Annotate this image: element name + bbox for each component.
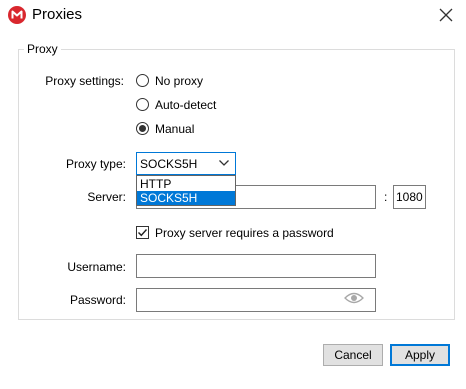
radio-label: Auto-detect bbox=[155, 98, 217, 112]
radio-button[interactable] bbox=[136, 98, 149, 111]
proxy-type-label: Proxy type: bbox=[65, 157, 126, 171]
radio-label: No proxy bbox=[155, 74, 204, 88]
password-required-label[interactable]: Proxy server requires a password bbox=[155, 225, 334, 241]
proxy-settings-label: Proxy settings: bbox=[45, 74, 124, 88]
group-legend: Proxy bbox=[24, 42, 61, 56]
password-label: Password: bbox=[69, 293, 126, 307]
radio-button-selected[interactable] bbox=[136, 122, 149, 135]
eye-icon[interactable] bbox=[344, 291, 364, 305]
radio-manual[interactable]: Manual bbox=[136, 121, 236, 137]
password-required-checkbox[interactable] bbox=[136, 226, 149, 239]
password-input[interactable] bbox=[136, 288, 376, 312]
radio-label: Manual bbox=[155, 122, 195, 136]
server-label: Server: bbox=[87, 190, 126, 204]
cancel-button[interactable]: Cancel bbox=[323, 344, 383, 366]
dropdown-option-socks5h[interactable]: SOCKS5H bbox=[137, 191, 235, 205]
proxy-type-dropdown-list: HTTP SOCKS5H bbox=[136, 175, 236, 206]
chevron-down-icon bbox=[219, 159, 229, 167]
mega-logo-icon bbox=[8, 6, 26, 24]
port-value: 1080 bbox=[396, 190, 423, 204]
radio-auto-detect[interactable]: Auto-detect bbox=[136, 97, 246, 113]
apply-button[interactable]: Apply bbox=[390, 344, 450, 366]
proxy-type-select[interactable]: SOCKS5H bbox=[136, 152, 236, 175]
radio-button[interactable] bbox=[136, 74, 149, 87]
username-label: Username: bbox=[67, 260, 126, 274]
title-bar: Proxies bbox=[0, 0, 466, 30]
port-input[interactable]: 1080 bbox=[393, 185, 426, 209]
radio-dot bbox=[139, 125, 146, 132]
dropdown-option-http[interactable]: HTTP bbox=[137, 177, 235, 191]
close-icon[interactable] bbox=[434, 3, 458, 27]
port-separator: : bbox=[384, 190, 388, 204]
window-title: Proxies bbox=[32, 6, 83, 23]
radio-no-proxy[interactable]: No proxy bbox=[136, 73, 236, 89]
username-input[interactable] bbox=[136, 254, 376, 278]
proxy-type-value: SOCKS5H bbox=[140, 157, 198, 171]
